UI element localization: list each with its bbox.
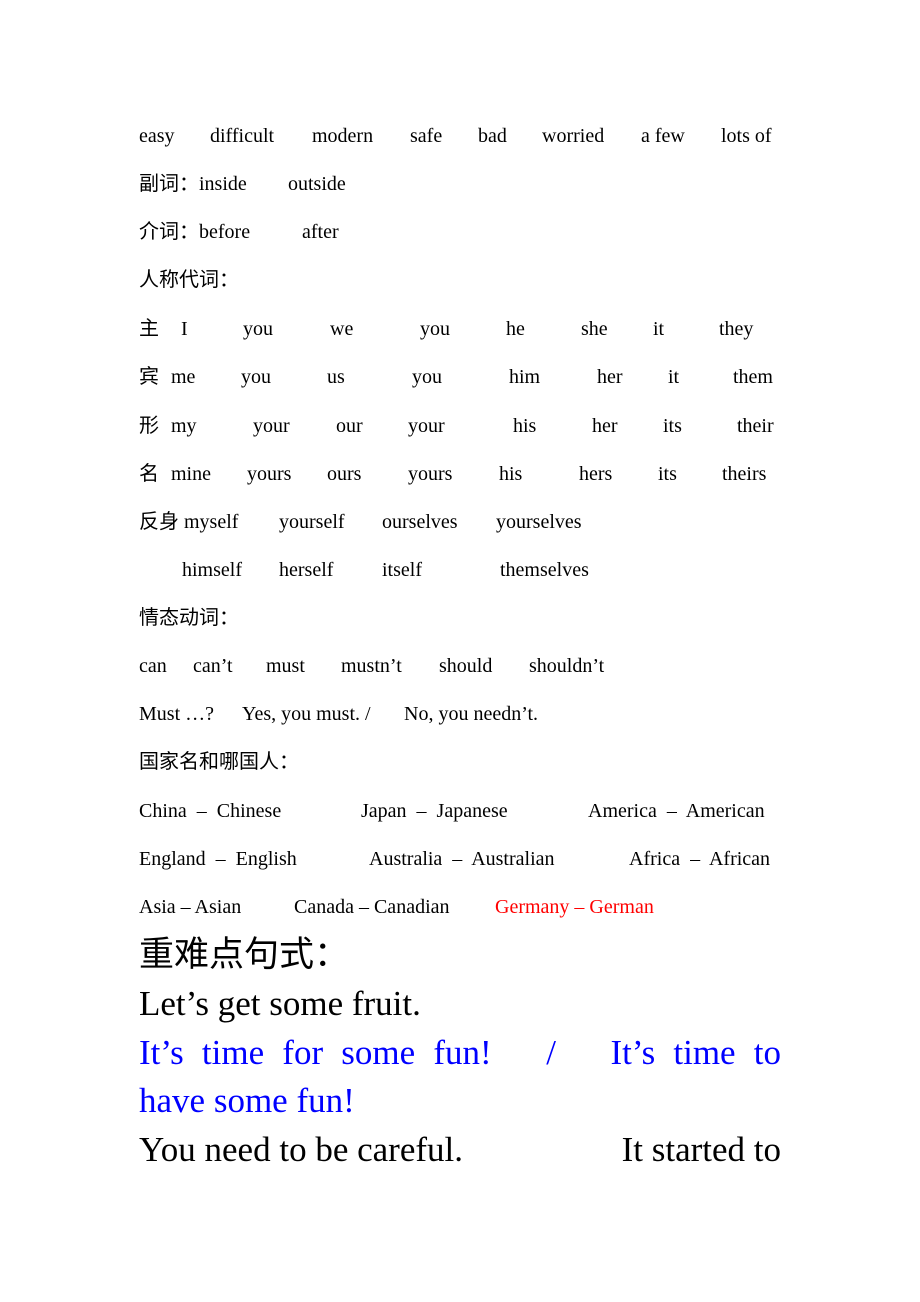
word: themselves <box>500 559 589 581</box>
word: its <box>658 463 677 485</box>
word: America – American <box>588 800 765 822</box>
word: can <box>139 655 167 677</box>
word: you <box>243 318 273 340</box>
word: safe <box>410 125 443 147</box>
word: 宾 <box>139 366 159 388</box>
word: 人称代词： <box>139 269 239 291</box>
word: them <box>733 366 773 388</box>
word: worried <box>542 125 605 147</box>
word: ours <box>327 463 362 485</box>
word: 主 <box>139 318 159 340</box>
word: himself <box>182 559 242 581</box>
word: we <box>330 318 354 340</box>
word: you <box>241 366 271 388</box>
word: 形 <box>139 415 159 437</box>
word: hers <box>579 463 613 485</box>
word: yours <box>247 463 292 485</box>
word: us <box>327 366 345 388</box>
word: 反身 myself <box>139 511 239 533</box>
word: her <box>592 415 618 437</box>
word: it <box>668 366 680 388</box>
word: China – Chinese <box>139 800 282 822</box>
word: difficult <box>210 125 275 147</box>
word: 国家名和哪国人： <box>139 751 299 773</box>
sentence: You need to be careful. <box>139 1130 463 1169</box>
word: lots of <box>721 125 772 147</box>
word: I <box>181 318 188 340</box>
word: mine <box>171 463 211 485</box>
word: England – English <box>139 848 297 870</box>
word: his <box>499 463 523 485</box>
word: theirs <box>722 463 767 485</box>
word: you <box>420 318 450 340</box>
word: 情态动词： <box>139 607 239 629</box>
sentence-blue: have some fun! <box>139 1081 355 1120</box>
word: you <box>412 366 442 388</box>
word: our <box>336 415 363 437</box>
key-sentences-heading: 重难点句式： <box>139 935 350 974</box>
word: herself <box>279 559 334 581</box>
word: Africa – African <box>629 848 771 870</box>
word: yourselves <box>496 511 582 533</box>
word: me <box>171 366 196 388</box>
word: your <box>253 415 290 437</box>
word: its <box>663 415 682 437</box>
word: my <box>171 415 197 437</box>
word: bad <box>478 125 507 147</box>
sentence: Let’s get some fruit. <box>139 984 421 1023</box>
word: your <box>408 415 445 437</box>
word: Canada – Canadian <box>294 896 450 918</box>
word: a few <box>641 125 685 147</box>
word: outside <box>288 173 346 195</box>
word: yours <box>408 463 453 485</box>
word: he <box>506 318 525 340</box>
word: yourself <box>279 511 345 533</box>
word: ourselves <box>382 511 458 533</box>
word: easy <box>139 125 175 147</box>
word: she <box>581 318 608 340</box>
word: itself <box>382 559 422 581</box>
sentence: It started to <box>621 1130 781 1169</box>
word: after <box>302 221 339 243</box>
sentence-blue: It’s time for some fun! / It’s time to <box>139 1033 781 1072</box>
word: his <box>513 415 537 437</box>
word: 副词：inside <box>139 173 247 195</box>
word: him <box>509 366 541 388</box>
word: Yes, you must. / <box>242 703 371 725</box>
word: they <box>719 318 754 340</box>
word: her <box>597 366 623 388</box>
word: should <box>439 655 493 677</box>
word: shouldn’t <box>529 655 605 677</box>
word: 介词：before <box>139 221 251 243</box>
word: Asia – Asian <box>139 896 242 918</box>
word: Japan – Japanese <box>361 800 508 822</box>
word: No, you needn’t. <box>404 703 539 725</box>
word: mustn’t <box>341 655 402 677</box>
word: it <box>653 318 665 340</box>
word: modern <box>312 125 374 147</box>
word: Germany – German <box>495 896 654 918</box>
word: can’t <box>193 655 233 677</box>
word: 名 <box>139 463 159 485</box>
word: their <box>737 415 774 437</box>
word: must <box>266 655 305 677</box>
word: Australia – Australian <box>369 848 555 870</box>
word: Must …? <box>139 703 214 725</box>
